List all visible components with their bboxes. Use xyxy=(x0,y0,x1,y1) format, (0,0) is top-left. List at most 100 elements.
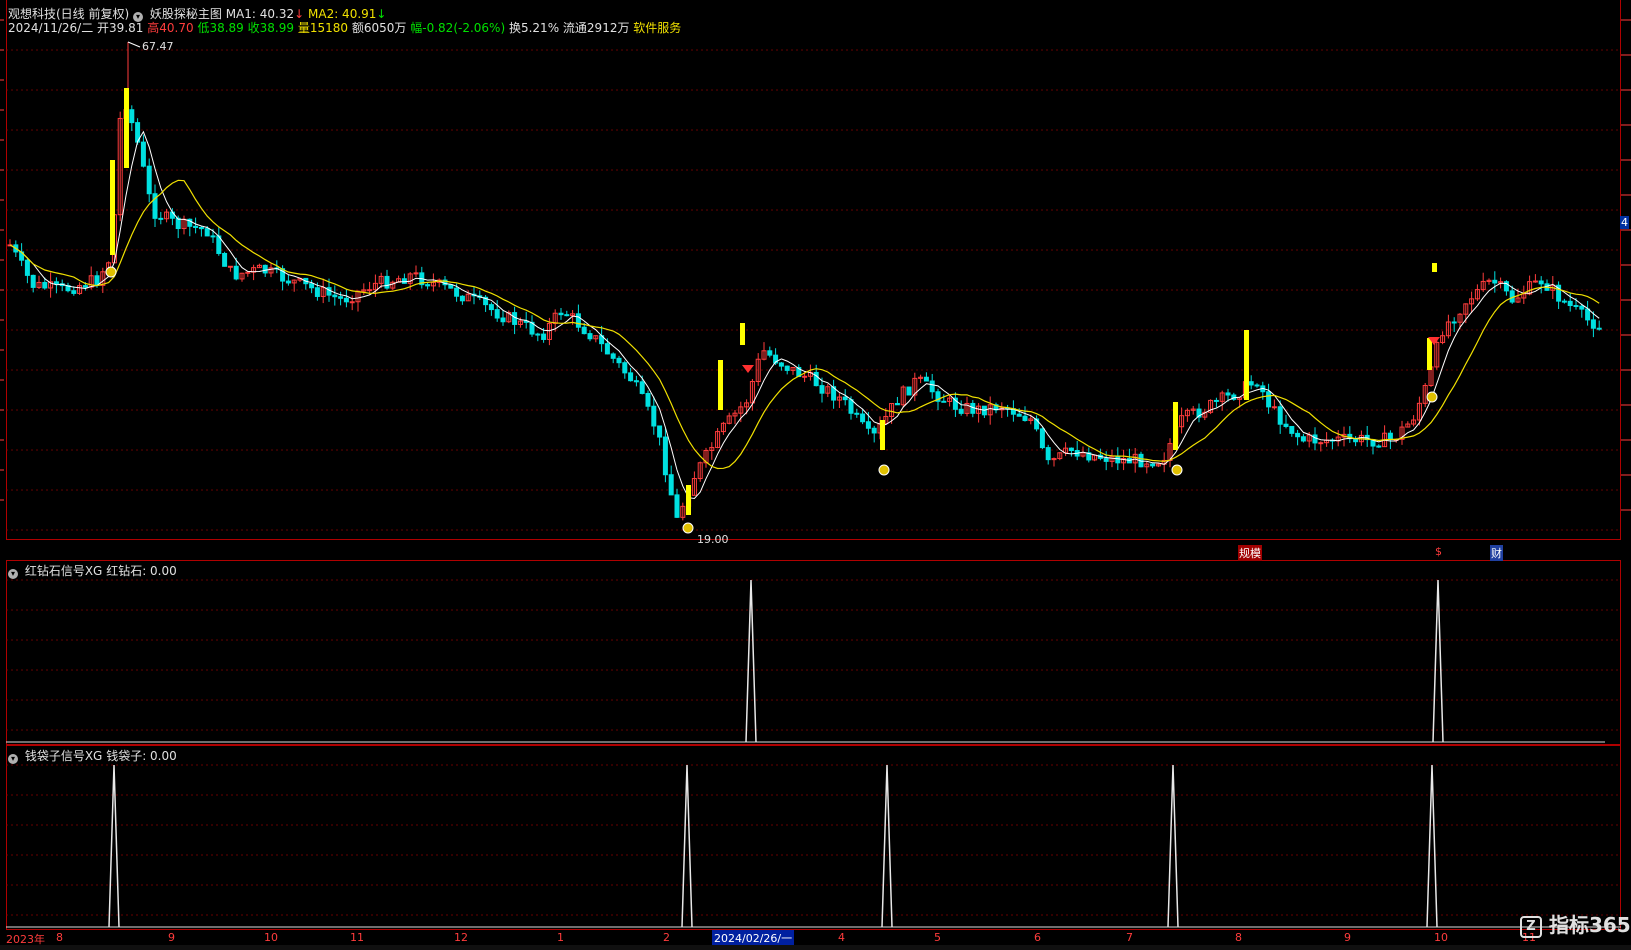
candle-body xyxy=(1538,280,1544,285)
signal-bar xyxy=(1173,402,1178,450)
quote-close-label: 收 xyxy=(247,21,260,35)
quote-sector[interactable]: 软件服务 xyxy=(633,21,681,35)
candle-body xyxy=(1045,447,1051,461)
quote-high-label: 高 xyxy=(147,21,160,35)
candle-body xyxy=(193,225,199,228)
ma1-arrow-icon: ↓ xyxy=(294,7,305,21)
candle-body xyxy=(819,385,825,394)
quote-float: 流通2912万 xyxy=(562,21,630,35)
quote-date: 2024/11/26/二 xyxy=(8,21,94,35)
quote-open: 开39.81 xyxy=(97,21,144,35)
event-tag-finance[interactable]: 财 xyxy=(1490,545,1503,561)
candle-body xyxy=(616,357,622,364)
candle-body xyxy=(82,285,88,288)
quote-vol-label: 量 xyxy=(297,21,310,35)
candle-body xyxy=(906,386,912,396)
candle-body xyxy=(367,289,373,292)
candle-body xyxy=(1532,280,1538,283)
x-axis-label: 10 xyxy=(1434,931,1448,944)
panel2-settings-icon[interactable]: ▾ xyxy=(8,569,18,579)
candle-body xyxy=(1585,308,1591,321)
candle-body xyxy=(633,380,639,383)
candle-body xyxy=(285,280,291,284)
candle-body xyxy=(587,333,593,340)
candle-body xyxy=(343,297,349,303)
ma1-line xyxy=(9,130,1600,500)
panel3-settings-icon[interactable]: ▾ xyxy=(8,754,18,764)
candle-body xyxy=(854,412,860,415)
x-axis-label: 8 xyxy=(1235,931,1242,944)
candle-body xyxy=(222,252,228,267)
candle-body xyxy=(535,333,541,336)
money-bag-icon xyxy=(105,266,117,278)
candle-body xyxy=(146,165,152,195)
candle-body xyxy=(1492,279,1498,284)
right-price-marker: 4 xyxy=(1620,216,1629,229)
signal-bar xyxy=(880,420,885,450)
candle-body xyxy=(929,380,935,393)
candle-body xyxy=(1248,381,1254,386)
candle-body xyxy=(24,259,30,276)
candle-body xyxy=(140,141,146,167)
x-axis-label: 9 xyxy=(168,931,175,944)
candle-body xyxy=(581,326,587,335)
candle-body xyxy=(802,375,808,378)
money-bag-icon xyxy=(682,522,694,534)
candle-body xyxy=(651,405,657,427)
candle-body xyxy=(871,427,877,434)
x-axis-label: 1 xyxy=(557,931,564,944)
signal-bar xyxy=(110,160,115,255)
quote-vol: 15180 xyxy=(309,21,349,35)
candle-body xyxy=(1579,305,1585,310)
candle-body xyxy=(314,287,320,297)
candle-body xyxy=(541,333,547,340)
candle-body xyxy=(1312,434,1318,444)
quote-low: 38.89 xyxy=(209,21,244,35)
x-axis-label: 10 xyxy=(264,931,278,944)
candle-body xyxy=(628,372,634,382)
candle-body xyxy=(169,211,175,219)
candle-body xyxy=(500,317,506,323)
candle-body xyxy=(575,313,581,328)
candle-body xyxy=(610,353,616,359)
candle-body xyxy=(1271,406,1277,409)
candle-body xyxy=(1300,436,1306,442)
candle-body xyxy=(668,474,674,496)
candle-body xyxy=(175,217,181,230)
event-tag-scale[interactable]: 规模 xyxy=(1238,545,1262,561)
candle-body xyxy=(1376,445,1382,448)
candle-body xyxy=(512,312,518,325)
signal-bar xyxy=(124,88,129,168)
candle-body xyxy=(848,399,854,414)
candle-body xyxy=(1387,432,1393,441)
candle-body xyxy=(1567,300,1573,307)
panel2-spike xyxy=(745,579,757,743)
x-axis-label: 5 xyxy=(934,931,941,944)
candle-body xyxy=(1213,399,1219,402)
candle-body xyxy=(1295,432,1301,438)
panel3-value: 钱袋子: 0.00 xyxy=(106,749,177,763)
candle-body xyxy=(894,403,900,406)
candle-body xyxy=(384,275,390,289)
indicator-name[interactable]: 妖股探秘主图 xyxy=(150,7,222,21)
candle-body xyxy=(1039,428,1045,449)
candle-body xyxy=(645,392,651,407)
candle-body xyxy=(42,281,48,289)
candle-body xyxy=(958,408,964,414)
min-price-label: 19.00 xyxy=(697,533,729,546)
quote-high: 40.70 xyxy=(159,21,194,35)
max-price-pointer xyxy=(127,41,141,48)
bottom-scrollbar[interactable] xyxy=(0,945,1631,950)
candle-body xyxy=(1596,327,1602,330)
panel2-name[interactable]: 红钻石信号XG xyxy=(25,564,103,578)
candle-body xyxy=(1451,321,1457,324)
event-tag-dollar[interactable]: $ xyxy=(1435,545,1442,558)
panel3-name[interactable]: 钱袋子信号XG xyxy=(25,749,103,763)
quote-amount: 额6050万 xyxy=(351,21,407,35)
x-axis-label: 8 xyxy=(56,931,63,944)
candle-body xyxy=(784,365,790,371)
candle-body xyxy=(674,494,680,518)
candle-body xyxy=(778,362,784,367)
candle-body xyxy=(53,281,59,285)
candle-body xyxy=(30,274,36,288)
